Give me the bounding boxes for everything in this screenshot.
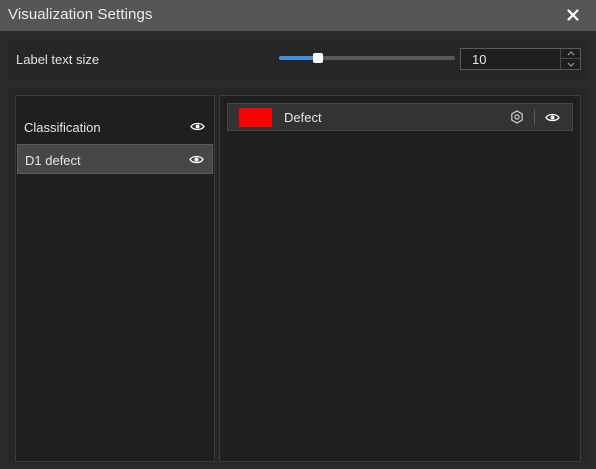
label-size-spinbox[interactable]: 10 <box>460 48 581 70</box>
slider-thumb[interactable] <box>312 53 323 63</box>
eye-icon[interactable] <box>189 154 204 165</box>
close-button[interactable] <box>564 6 582 24</box>
defect-row[interactable]: Defect <box>227 103 573 131</box>
chevron-up-icon <box>567 51 574 56</box>
color-swatch[interactable] <box>239 108 272 127</box>
eye-icon[interactable] <box>190 121 205 132</box>
defect-list: Defect <box>219 95 581 462</box>
spin-arrows <box>560 49 580 69</box>
label-size-label: Label text size <box>16 52 100 67</box>
list-item-label: Classification <box>24 120 101 135</box>
label-size-value[interactable]: 10 <box>472 52 486 67</box>
class-list: Classification D1 defect <box>15 95 215 462</box>
label-size-row: Label text size 10 <box>8 39 588 79</box>
defect-label: Defect <box>284 110 322 125</box>
main-area: Classification D1 defect Defect <box>8 87 588 465</box>
title-bar: Visualization Settings <box>0 0 596 31</box>
list-item-classification[interactable]: Classification <box>17 112 213 142</box>
spin-down-button[interactable] <box>561 59 580 69</box>
slider-fill <box>279 56 318 60</box>
close-icon <box>567 9 579 21</box>
hexagon-settings-icon[interactable] <box>510 110 524 124</box>
label-size-slider[interactable] <box>279 51 455 65</box>
list-item-label: D1 defect <box>25 153 81 168</box>
divider <box>534 109 535 125</box>
list-item-d1-defect[interactable]: D1 defect <box>17 144 213 174</box>
eye-icon[interactable] <box>545 112 560 123</box>
window-title: Visualization Settings <box>8 6 153 23</box>
chevron-down-icon <box>567 62 574 67</box>
spin-up-button[interactable] <box>561 49 580 59</box>
